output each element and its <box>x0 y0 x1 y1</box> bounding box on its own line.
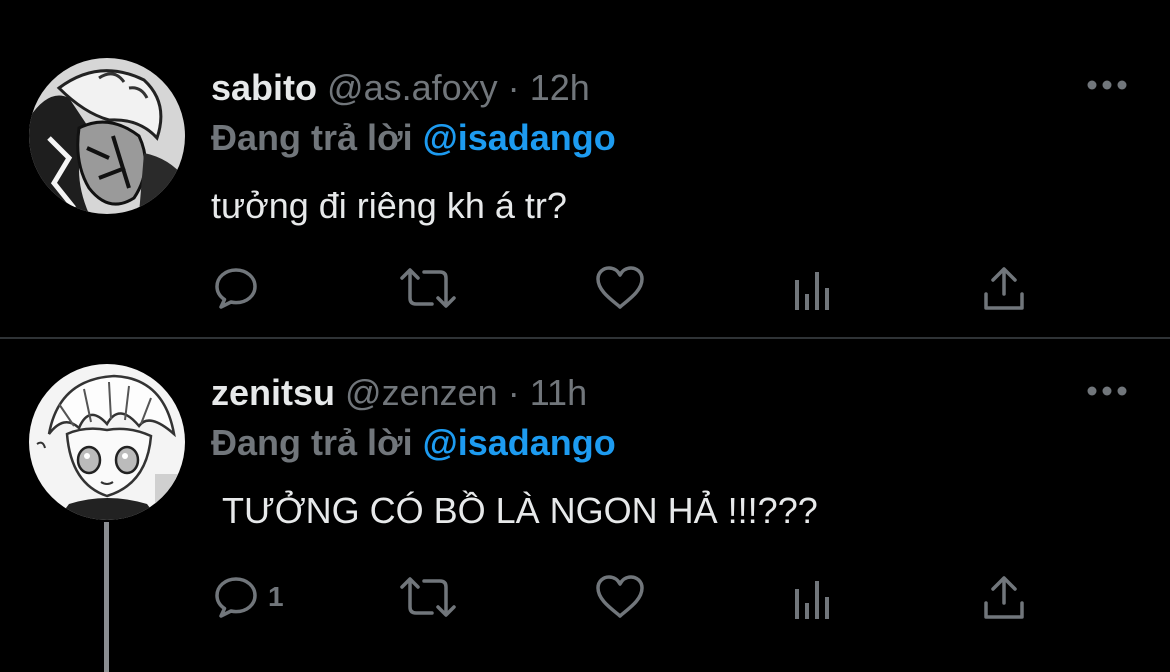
separator-dot: · <box>507 372 520 413</box>
retweet-button[interactable] <box>398 258 466 318</box>
replying-to: Đang trả lời @isadango <box>211 420 616 466</box>
display-name[interactable]: sabito <box>211 67 317 108</box>
reply-button[interactable]: 1 <box>212 567 284 627</box>
mention-link[interactable]: @isadango <box>423 117 616 158</box>
avatar[interactable] <box>29 364 185 520</box>
views-icon <box>795 581 829 619</box>
retweet-button[interactable] <box>398 567 466 627</box>
share-button[interactable] <box>980 258 1036 318</box>
mention-link[interactable]: @isadango <box>423 422 616 463</box>
reply-icon <box>215 577 257 618</box>
views-button[interactable] <box>790 258 846 318</box>
share-icon <box>984 267 1024 310</box>
action-bar <box>0 258 1170 318</box>
timestamp[interactable]: 12h <box>530 67 590 108</box>
tweet-divider <box>0 337 1170 339</box>
reply-count: 1 <box>268 581 284 612</box>
more-options-button[interactable] <box>1086 381 1128 401</box>
retweet-icon <box>400 268 456 308</box>
share-button[interactable] <box>980 567 1036 627</box>
tweet[interactable]: zenitsu @zenzen · 11h Đang trả lời @isad… <box>0 340 1170 672</box>
more-options-button[interactable] <box>1086 75 1128 95</box>
tweet-text: tưởng đi riêng kh á tr? <box>211 185 567 226</box>
replying-to-label: Đang trả lời <box>211 117 413 158</box>
like-icon <box>596 575 644 618</box>
replying-to-label: Đang trả lời <box>211 422 413 463</box>
like-button[interactable] <box>594 567 654 627</box>
views-icon <box>795 272 829 310</box>
timestamp[interactable]: 11h <box>530 372 587 413</box>
views-button[interactable] <box>790 567 846 627</box>
like-icon <box>596 266 644 309</box>
separator-dot: · <box>507 67 520 108</box>
avatar[interactable] <box>29 58 185 214</box>
more-dots-icon <box>1087 386 1127 396</box>
replying-to: Đang trả lời @isadango <box>211 115 616 161</box>
retweet-icon <box>400 577 456 617</box>
tweet-header: zenitsu @zenzen · 11h <box>211 371 587 415</box>
reply-icon <box>215 268 257 309</box>
user-handle[interactable]: @as.afoxy <box>327 67 498 108</box>
tweet-text: TƯỞNG CÓ BỒ LÀ NGON HẢ !!!??? <box>222 490 818 531</box>
reply-button[interactable] <box>212 258 268 318</box>
display-name[interactable]: zenitsu <box>211 372 335 413</box>
share-icon <box>984 576 1024 619</box>
like-button[interactable] <box>594 258 654 318</box>
tweet[interactable]: sabito @as.afoxy · 12h Đang trả lời @isa… <box>0 0 1170 338</box>
action-bar: 1 <box>0 567 1170 627</box>
more-dots-icon <box>1087 80 1127 90</box>
user-handle[interactable]: @zenzen <box>345 372 498 413</box>
tweet-header: sabito @as.afoxy · 12h <box>211 66 590 110</box>
